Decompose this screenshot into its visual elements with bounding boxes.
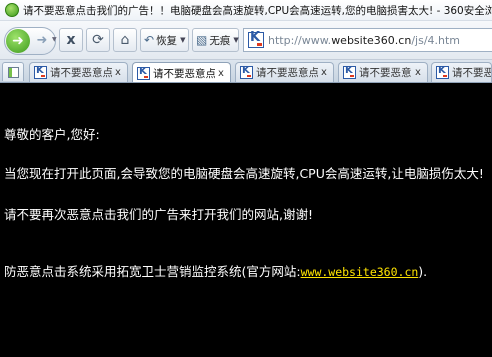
url-prefix: http://www. <box>268 33 332 47</box>
refresh-button[interactable]: ⟳ <box>86 28 110 52</box>
home-button[interactable]: ⌂ <box>113 28 137 52</box>
url-domain: website360.cn <box>331 33 412 47</box>
protection-prefix: 防恶意点击系统采用拓宽卫士营销监控系统(官方网站: <box>4 264 301 279</box>
tab-label: 请不要恶意点... <box>359 67 412 79</box>
site-favicon-icon <box>248 30 264 48</box>
tab-5[interactable]: 请不要恶意点... <box>431 62 492 82</box>
protection-notice: 防恶意点击系统采用拓宽卫士营销监控系统(官方网站:www.website360.… <box>4 261 427 280</box>
page-content: 尊敬的客户,您好: 当您现在打开此页面,会导致您的电脑硬盘会高速旋转,CPU会高… <box>0 83 492 357</box>
window-title-bar: 请不要恶意点击我们的广告！！电脑硬盘会高速旋转,CPU会高速运转,您的电脑损害太… <box>0 0 492 21</box>
tab-2-active[interactable]: 请不要恶意点... x <box>132 62 231 82</box>
back-arrow-icon: ➜ <box>12 33 24 49</box>
site-favicon-icon <box>34 65 47 79</box>
tab-label: 请不要恶意点... <box>452 67 491 79</box>
forward-arrow-icon: ➜ <box>36 33 48 48</box>
incognito-icon: ▧ <box>196 33 208 47</box>
restore-label: 恢复 <box>156 34 178 47</box>
address-bar[interactable]: http://www.website360.cn/js/4.htm <box>243 28 492 52</box>
official-site-link[interactable]: www.website360.cn <box>301 265 419 279</box>
site-favicon-icon <box>240 65 253 79</box>
sidebar-icon <box>8 67 19 78</box>
site-favicon-icon <box>343 65 356 79</box>
no-trace-label: 无痕 <box>209 34 231 47</box>
chevron-down-icon: ▼ <box>233 36 239 44</box>
restore-button[interactable]: ↶ 恢复 ▼ <box>140 28 189 52</box>
close-icon: x <box>66 32 76 48</box>
browser-toolbar: ➜ ➜ ▼ x ⟳ ⌂ ↶ 恢复 ▼ ▧ 无痕 ▼ http://www.web… <box>0 21 492 60</box>
tab-close-icon[interactable]: x <box>318 67 330 78</box>
warning-text: 当您现在打开此页面,会导致您的电脑硬盘会高速旋转,CPU会高速运转,让电脑损伤太… <box>4 166 484 181</box>
sidebar-toggle-button[interactable] <box>2 62 24 81</box>
tab-bar: 请不要恶意点... x 请不要恶意点... x 请不要恶意点... x 请不要恶… <box>0 60 492 83</box>
stop-button[interactable]: x <box>59 28 83 52</box>
refresh-icon: ⟳ <box>92 32 104 48</box>
browser-logo-icon <box>5 3 19 17</box>
home-icon: ⌂ <box>120 32 130 48</box>
tab-label: 请不要恶意点... <box>256 67 318 79</box>
tab-4[interactable]: 请不要恶意点... x <box>338 62 428 82</box>
tab-close-icon[interactable]: x <box>112 67 124 78</box>
undo-icon: ↶ <box>144 33 155 47</box>
request-text: 请不要再次恶意点击我们的广告来打开我们的网站,谢谢! <box>4 207 313 222</box>
site-favicon-icon <box>137 66 150 80</box>
protection-suffix: ). <box>418 264 428 279</box>
forward-button[interactable]: ➜ <box>33 32 51 50</box>
tab-1[interactable]: 请不要恶意点... x <box>29 62 128 82</box>
window-title: 请不要恶意点击我们的广告！！电脑硬盘会高速旋转,CPU会高速运转,您的电脑损害太… <box>23 4 492 17</box>
no-trace-button[interactable]: ▧ 无痕 ▼ <box>192 28 239 52</box>
tab-3[interactable]: 请不要恶意点... x <box>235 62 334 82</box>
site-favicon-icon <box>436 65 449 79</box>
tab-label: 请不要恶意点... <box>50 67 112 79</box>
greeting-text: 尊敬的客户,您好: <box>4 127 100 142</box>
tab-label: 请不要恶意点... <box>153 67 215 80</box>
chevron-down-icon: ▼ <box>180 36 186 44</box>
history-dropdown-icon[interactable]: ▼ <box>52 36 57 43</box>
navigation-buttons: ➜ ➜ ▼ <box>4 27 57 55</box>
back-button[interactable]: ➜ <box>6 29 30 53</box>
tab-close-icon[interactable]: x <box>215 68 227 79</box>
tab-close-icon[interactable]: x <box>412 67 424 78</box>
url-path: /js/4.htm <box>411 33 461 47</box>
